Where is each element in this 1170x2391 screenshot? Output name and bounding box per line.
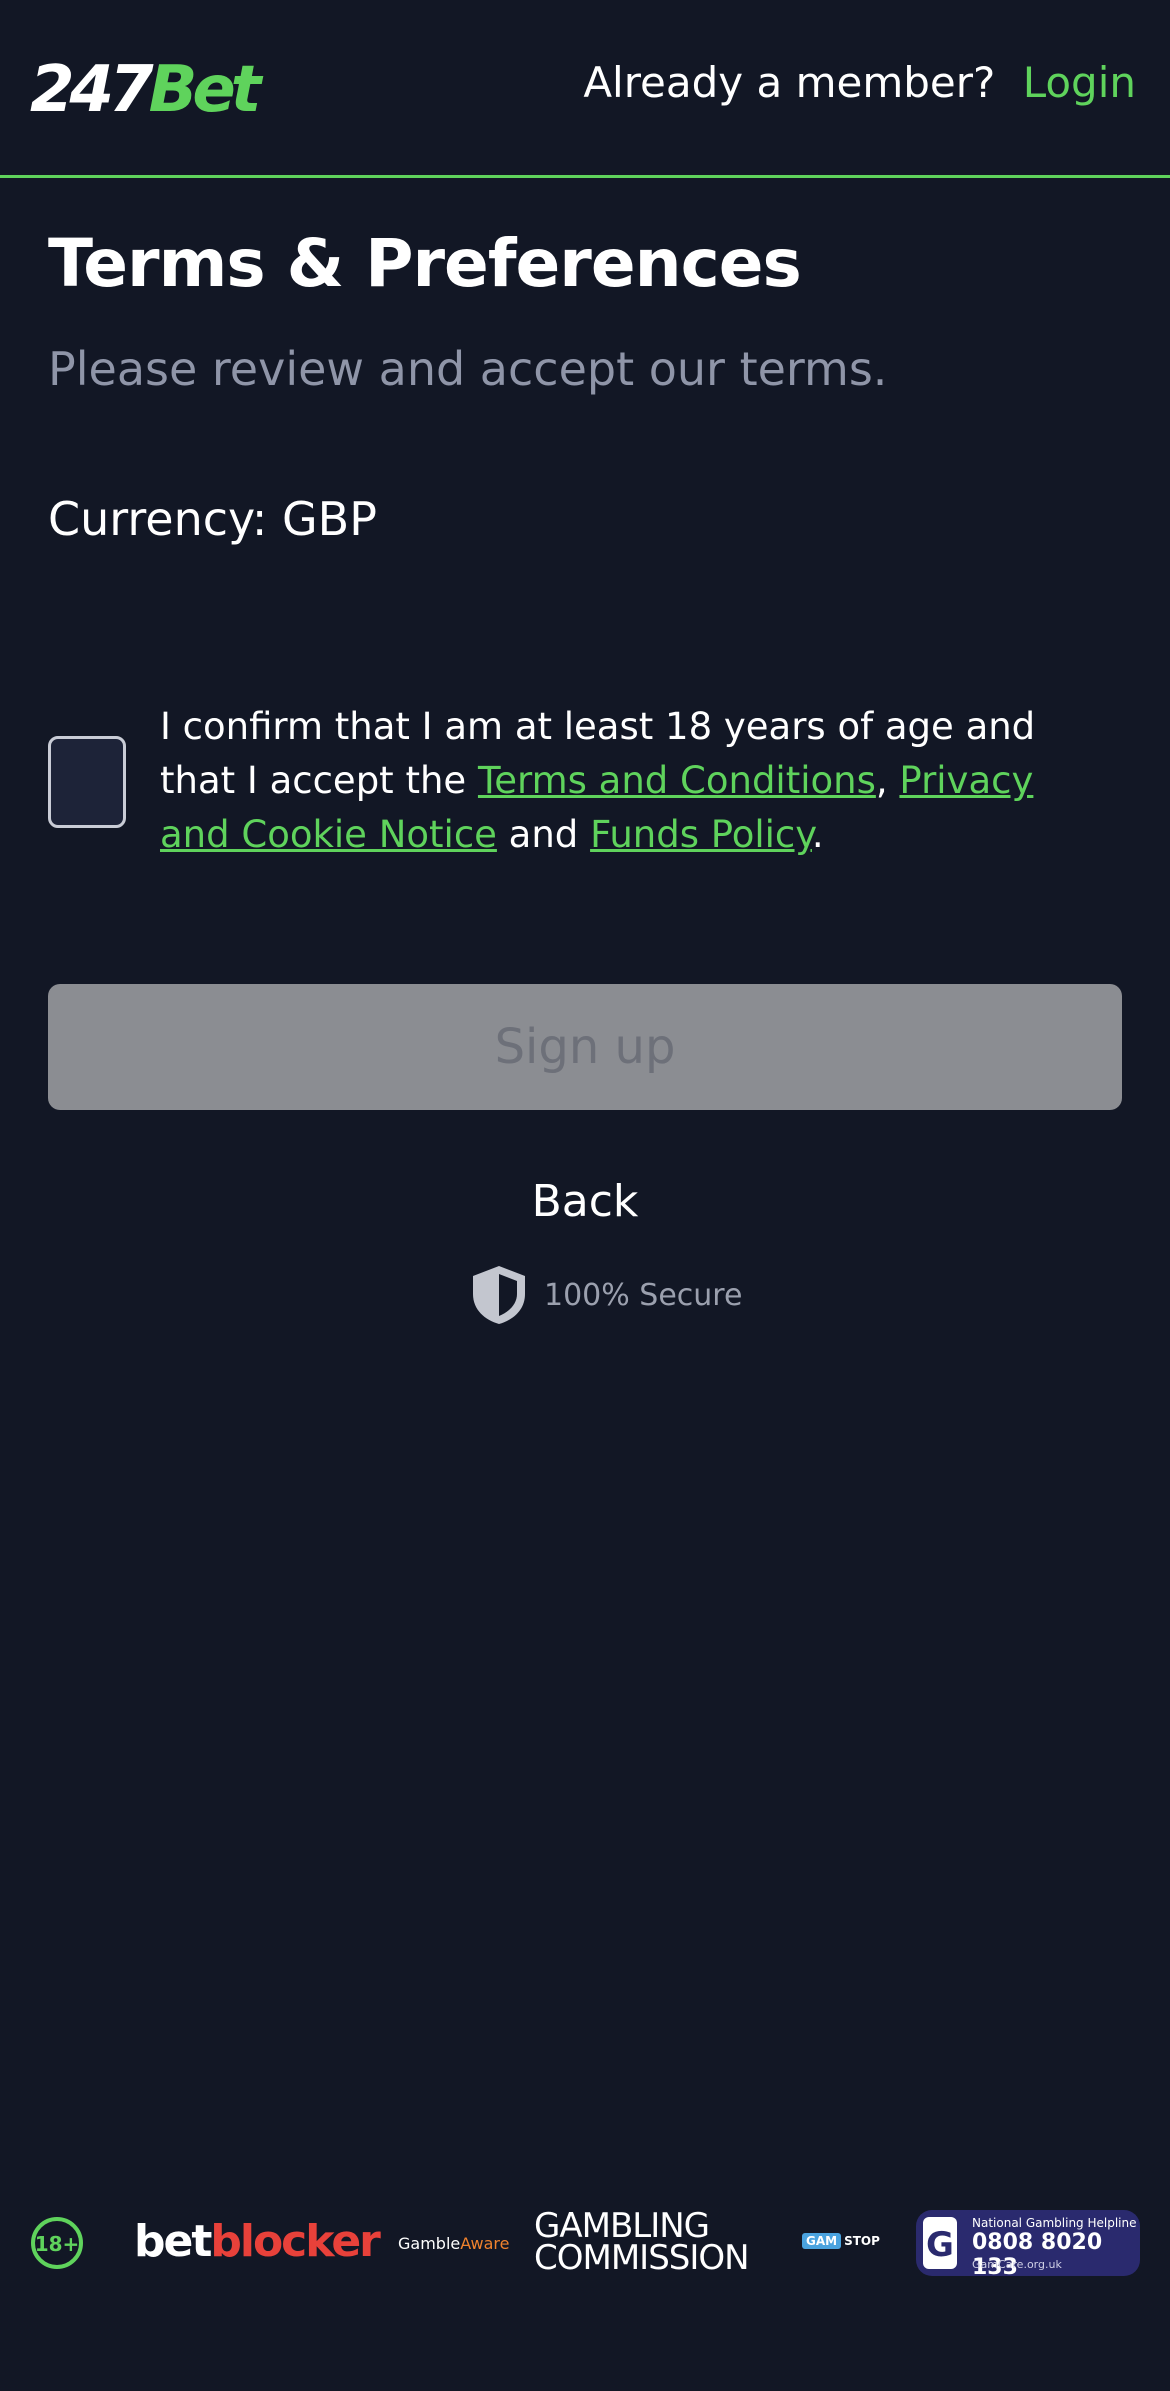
gambleaware-logo[interactable]: GambleAware	[398, 2234, 510, 2253]
svg-text:G: G	[926, 2225, 954, 2265]
gambleaware-part-2: Aware	[460, 2234, 510, 2253]
header-divider	[0, 175, 1170, 178]
currency-label: Currency: GBP	[48, 492, 377, 546]
gambling-commission-logo[interactable]: GAMBLING COMMISSION	[534, 2209, 750, 2278]
member-prompt: Already a member? Login	[583, 62, 1136, 104]
page-title: Terms & Preferences	[48, 225, 802, 302]
consent-sep-2: and	[496, 813, 591, 856]
gamcare-helpline-label: National Gambling Helpline	[972, 2216, 1137, 2230]
gamstop-part-1: GAM	[802, 2233, 842, 2249]
gamcare-helpline-badge[interactable]: G National Gambling Helpline 0808 8020 1…	[916, 2210, 1140, 2280]
gambleaware-part-1: Gamble	[398, 2234, 461, 2253]
terms-checkbox[interactable]	[48, 736, 126, 828]
gamstop-logo[interactable]: GAM STOP	[802, 2233, 880, 2249]
header: 247Bet Already a member? Login	[0, 0, 1170, 176]
shield-icon	[473, 1266, 525, 1324]
age-18-icon: 18+	[31, 2217, 83, 2269]
betblocker-logo[interactable]: betblocker	[134, 2216, 381, 2267]
gamcare-site: GamCare.org.uk	[972, 2258, 1062, 2271]
consent-sep-1: ,	[875, 759, 900, 802]
brand-logo[interactable]: 247Bet	[30, 58, 261, 122]
funds-policy-link[interactable]: Funds Policy	[590, 813, 812, 856]
betblocker-part-2: blocker	[210, 2216, 381, 2267]
gamcare-phone: 0808 8020 133	[972, 2230, 1103, 2280]
betblocker-part-1: bet	[134, 2216, 212, 2267]
gc-line-2: COMMISSION	[534, 2238, 750, 2278]
secure-label: 100% Secure	[544, 1277, 743, 1313]
consent-text: I confirm that I am at least 18 years of…	[160, 700, 1100, 862]
back-link[interactable]: Back	[0, 1176, 1170, 1227]
gamstop-part-2: STOP	[844, 2234, 880, 2248]
member-question: Already a member?	[583, 58, 996, 107]
age-18-text: 18+	[35, 2232, 80, 2256]
terms-link[interactable]: Terms and Conditions	[478, 759, 876, 802]
logo-number: 247	[30, 53, 154, 127]
secure-indicator: 100% Secure	[470, 1264, 742, 1326]
signup-button[interactable]: Sign up	[48, 984, 1122, 1110]
logo-brand: Bet	[148, 53, 262, 127]
page-subtitle: Please review and accept our terms.	[48, 342, 888, 396]
login-link[interactable]: Login	[1023, 58, 1136, 107]
gamcare-g-icon: G	[923, 2217, 957, 2269]
consent-end: .	[811, 813, 824, 856]
footer-logos: 18+ betblocker GambleAware GAMBLING COMM…	[0, 2204, 1170, 2286]
